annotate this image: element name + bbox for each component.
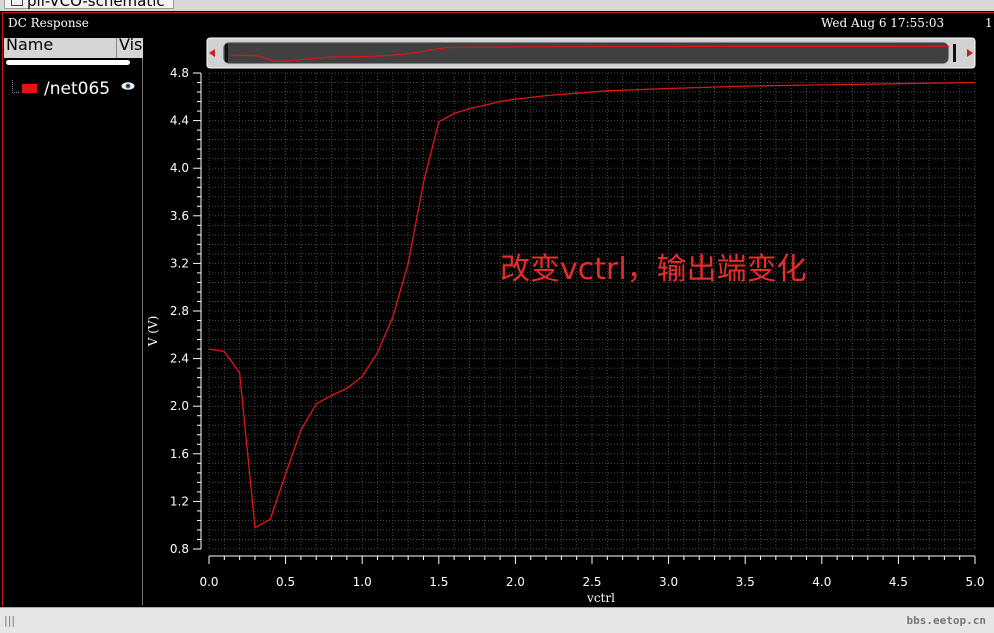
x-tick-label: 0.5 <box>276 575 295 589</box>
data-point <box>254 526 256 529</box>
y-tick-label: 0.8 <box>170 542 189 556</box>
legend-header: Name Vis <box>4 38 143 58</box>
status-bar: ||| bbs.eetop.cn <box>0 607 994 633</box>
zoom-scrollbar[interactable] <box>206 37 976 69</box>
eye-icon[interactable] <box>121 81 135 91</box>
legend-panel: Name Vis /net065 <box>4 38 143 605</box>
zoom-left-handle-icon <box>225 44 228 62</box>
data-point <box>392 316 394 318</box>
data-point <box>208 348 210 350</box>
data-point <box>897 83 900 85</box>
resize-grip-icon[interactable]: ||| <box>4 614 15 627</box>
legend-column-name[interactable]: Name <box>6 38 53 58</box>
window-title: DC Response <box>8 16 89 30</box>
legend-item-net065[interactable]: /net065 <box>8 79 142 100</box>
data-point <box>346 387 348 389</box>
y-tick-label: 1.6 <box>170 447 189 461</box>
zoom-right-handle-icon <box>953 44 956 62</box>
schematic-tab-icon <box>11 0 23 6</box>
trace-color-swatch <box>22 84 37 93</box>
data-point <box>438 121 440 123</box>
legend-scrollbar[interactable] <box>6 60 130 65</box>
zoom-bar-thumb <box>222 41 950 65</box>
data-point <box>376 352 379 354</box>
annotation-text: 改变vctrl，输出端变化 <box>500 252 807 287</box>
data-point <box>576 92 578 94</box>
y-tick-label: 3.2 <box>170 256 189 270</box>
x-tick-label: 5.0 <box>965 575 984 589</box>
data-point <box>407 262 409 264</box>
y-tick-label: 1.2 <box>170 494 189 508</box>
tree-connector-icon <box>12 80 19 93</box>
window-top-strip: pll-VCO-schematic <box>0 0 994 11</box>
plot-area[interactable]: 0.0 0.5 1.0 1.5 2.0 2.5 3.0 3.5 4.0 4.5 5.0 0.8 1.2 1… <box>143 36 994 606</box>
schematic-tab-label: pll-VCO-schematic <box>27 0 165 10</box>
y-tick-label: 2.0 <box>170 399 189 413</box>
data-point <box>484 104 486 106</box>
data-point <box>315 403 317 405</box>
data-point <box>545 95 547 97</box>
data-point <box>422 181 425 184</box>
y-tick-label: 2.8 <box>170 304 189 318</box>
data-point <box>499 100 501 103</box>
data-point <box>637 89 639 91</box>
y-tick-label: 4.8 <box>170 66 189 80</box>
data-point <box>269 518 271 520</box>
data-point <box>744 85 746 87</box>
y-tick-label: 3.6 <box>170 209 189 223</box>
legend-column-visible[interactable]: Vis <box>116 38 142 58</box>
data-point <box>453 112 455 115</box>
data-point <box>300 429 302 431</box>
data-point <box>330 394 333 397</box>
watermark: bbs.eetop.cn <box>906 614 986 627</box>
data-point <box>239 372 241 374</box>
data-point <box>821 84 823 86</box>
legend-item-label: /net065 <box>44 79 111 99</box>
schematic-tab[interactable]: pll-VCO-schematic <box>4 0 174 9</box>
data-point <box>668 87 670 90</box>
data-point <box>606 90 608 92</box>
x-tick-label: 3.5 <box>736 575 755 589</box>
data-point <box>361 375 363 378</box>
x-tick-label: 2.0 <box>506 575 525 589</box>
data-point <box>514 98 516 100</box>
window-page-number: 1 <box>985 16 993 30</box>
data-point <box>468 108 471 110</box>
x-axis-label: vctrl <box>586 591 615 605</box>
x-tick-label: 1.5 <box>429 575 448 589</box>
y-tick-label: 4.0 <box>170 161 189 175</box>
x-tick-label: 4.0 <box>812 575 831 589</box>
x-tick-label: 0.0 <box>199 575 218 589</box>
y-tick-label: 2.4 <box>170 352 189 366</box>
window-datetime: Wed Aug 6 17:55:03 <box>821 16 945 30</box>
x-tick-label: 1.0 <box>353 575 372 589</box>
x-tick-label: 3.0 <box>659 575 678 589</box>
y-tick-label: 4.4 <box>170 114 189 128</box>
grid <box>208 72 976 550</box>
data-point <box>223 350 225 353</box>
data-point <box>974 81 976 84</box>
data-point <box>285 473 287 475</box>
y-axis-label: V (V) <box>146 316 160 348</box>
x-tick-label: 4.5 <box>889 575 908 589</box>
x-tick-label: 2.5 <box>582 575 601 589</box>
